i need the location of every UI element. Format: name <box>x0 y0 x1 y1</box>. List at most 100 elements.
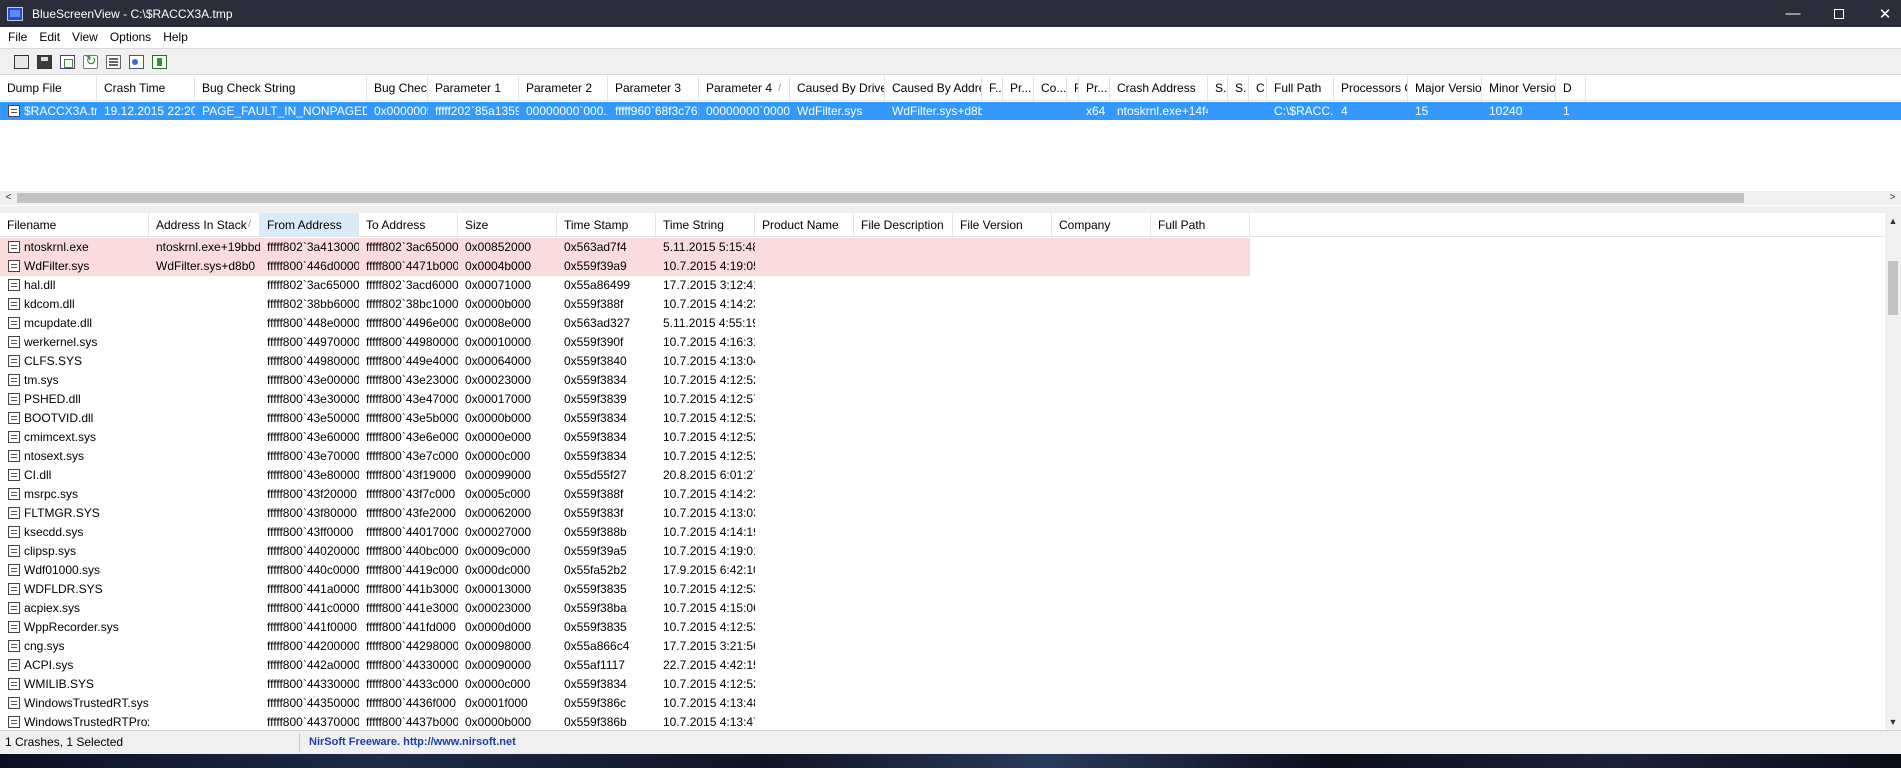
column-header[interactable]: S. <box>1208 76 1228 101</box>
driver-row[interactable]: PSHED.dll fffff800`43e30000 fffff800`43e47… <box>0 390 1885 409</box>
scroll-left-arrow-icon[interactable]: < <box>0 191 17 205</box>
column-header[interactable]: Crash Address <box>1110 76 1208 101</box>
column-header[interactable]: F <box>1067 76 1079 101</box>
column-header[interactable]: F... <box>982 76 1003 101</box>
column-header[interactable]: Product Name <box>755 213 854 237</box>
cell-from-address: fffff800`441c0000 <box>267 601 359 615</box>
crash-row-selected[interactable]: $RACCX3A.tmp 19.12.2015 22:20:17 PAGE_FA… <box>0 102 1901 120</box>
column-header[interactable]: From Address <box>260 213 359 237</box>
column-header[interactable]: Pr... <box>1003 76 1034 101</box>
nirsoft-link[interactable]: NirSoft Freeware. http://www.nirsoft.net <box>309 731 516 754</box>
menu-help[interactable]: Help <box>157 27 194 47</box>
menu-file[interactable]: File <box>0 27 33 47</box>
properties-button[interactable] <box>12 53 30 71</box>
advanced-options-button[interactable] <box>104 53 122 71</box>
column-header[interactable]: Minor Version <box>1482 76 1556 101</box>
column-header[interactable]: Processors C... <box>1334 76 1408 101</box>
maximize-button[interactable] <box>1816 0 1862 27</box>
cell-time-string: 10.7.2015 4:12:52 <box>663 430 755 444</box>
copy-button[interactable] <box>58 53 76 71</box>
scrollbar-thumb[interactable] <box>1888 261 1898 315</box>
driver-row[interactable]: ntoskrnl.exe ntoskrnl.exe+19bbd5 fffff802`… <box>0 238 1250 257</box>
driver-row[interactable]: acpiex.sys fffff800`441c0000 fffff800`441e… <box>0 599 1885 618</box>
exit-button[interactable] <box>150 53 168 71</box>
driver-row[interactable]: mcupdate.dll fffff800`448e0000 fffff800`44… <box>0 314 1885 333</box>
column-header[interactable]: Major Version <box>1408 76 1482 101</box>
driver-row[interactable]: CLFS.SYS fffff800`44980000 fffff800`449e40… <box>0 352 1885 371</box>
driver-row[interactable]: WdFilter.sys WdFilter.sys+d8b0 fffff800`44… <box>0 257 1250 276</box>
cell-size: 0x0000c000 <box>465 677 531 691</box>
scroll-right-arrow-icon[interactable]: > <box>1884 191 1901 205</box>
driver-row[interactable]: hal.dll fffff802`3ac65000 fffff802`3acd600… <box>0 276 1885 295</box>
column-header[interactable]: Crash Time <box>97 76 195 101</box>
cell-size: 0x0005c000 <box>465 487 531 501</box>
column-header[interactable]: Parameter 1 <box>428 76 519 101</box>
cell-size: 0x0001f000 <box>465 696 528 710</box>
column-header[interactable]: File Description <box>854 213 953 237</box>
column-header[interactable]: Company <box>1052 213 1151 237</box>
cell-time-stamp: 0x559f39a9 <box>564 259 627 273</box>
column-header[interactable]: S. <box>1228 76 1249 101</box>
html-report-button[interactable] <box>127 53 145 71</box>
close-button[interactable]: ✕ <box>1862 0 1901 27</box>
column-header[interactable]: Parameter 4 / <box>699 76 790 101</box>
scroll-up-arrow-icon[interactable]: ▲ <box>1885 213 1901 229</box>
driver-row[interactable]: WMILIB.SYS fffff800`44330000 fffff800`4433… <box>0 675 1885 694</box>
refresh-button[interactable] <box>81 53 99 71</box>
driver-row[interactable]: clipsp.sys fffff800`44020000 fffff800`440b… <box>0 542 1885 561</box>
driver-row[interactable]: msrpc.sys fffff800`43f20000 fffff800`43f7c… <box>0 485 1885 504</box>
pane-splitter[interactable] <box>0 206 1901 213</box>
driver-row[interactable]: cmimcext.sys fffff800`43e60000 fffff800`43… <box>0 428 1885 447</box>
driver-row[interactable]: ntosext.sys fffff800`43e70000 fffff800`43e… <box>0 447 1885 466</box>
crash-list-horizontal-scrollbar[interactable]: < > <box>0 191 1901 205</box>
column-header[interactable]: Full Path <box>1151 213 1250 237</box>
column-header[interactable]: Size <box>458 213 557 237</box>
driver-row[interactable]: kdcom.dll fffff802`38bb6000 fffff802`38bc1… <box>0 295 1885 314</box>
column-header[interactable]: To Address <box>359 213 458 237</box>
cell-time-stamp: 0x55a86499 <box>564 278 631 292</box>
drivers-list-header: Filename Address In Stack / From Address … <box>0 213 1885 237</box>
column-header[interactable]: Bug Check String <box>195 76 367 101</box>
cell-processors-count: 4 <box>1341 104 1348 118</box>
cell-time-stamp: 0x559f3839 <box>564 392 627 406</box>
column-header[interactable]: Filename <box>0 213 149 237</box>
save-button[interactable] <box>35 53 53 71</box>
drivers-list-vertical-scrollbar[interactable]: ▲ ▼ <box>1885 213 1901 730</box>
column-header[interactable]: Co... <box>1034 76 1067 101</box>
cell-time-string: 10.7.2015 4:16:31 <box>663 335 755 349</box>
menu-options[interactable]: Options <box>104 27 157 47</box>
column-header[interactable]: Caused By Driver <box>790 76 885 101</box>
column-header[interactable]: D <box>1556 76 1586 101</box>
scroll-down-arrow-icon[interactable]: ▼ <box>1885 714 1901 730</box>
driver-row[interactable]: BOOTVID.dll fffff800`43e50000 fffff800`43e… <box>0 409 1885 428</box>
scrollbar-thumb[interactable] <box>17 193 1744 203</box>
driver-row[interactable]: ksecdd.sys fffff800`43ff0000 fffff800`4401… <box>0 523 1885 542</box>
column-header[interactable]: Dump File <box>0 76 97 101</box>
driver-row[interactable]: WppRecorder.sys fffff800`441f0000 fffff800… <box>0 618 1885 637</box>
driver-row[interactable]: CI.dll fffff800`43e80000 fffff800`43f19000… <box>0 466 1885 485</box>
driver-row[interactable]: WindowsTrustedRT.sys fffff800`44350000 fff… <box>0 694 1885 713</box>
column-header[interactable]: Caused By Address <box>885 76 982 101</box>
column-header[interactable]: Parameter 2 <box>519 76 608 101</box>
driver-row[interactable]: werkernel.sys fffff800`44970000 fffff800`4… <box>0 333 1885 352</box>
driver-row[interactable]: FLTMGR.SYS fffff800`43f80000 fffff800`43fe… <box>0 504 1885 523</box>
driver-row[interactable]: WindowsTrustedRTProxy.sys fffff800`443700… <box>0 713 1885 730</box>
cell-from-address: fffff800`44020000 <box>267 544 359 558</box>
column-header[interactable]: Pr... <box>1079 76 1110 101</box>
column-header[interactable]: Bug Chec... <box>367 76 428 101</box>
driver-row[interactable]: cng.sys fffff800`44200000 fffff800`4429800… <box>0 637 1885 656</box>
menu-edit[interactable]: Edit <box>33 27 66 47</box>
column-header[interactable]: Full Path <box>1267 76 1334 101</box>
column-header[interactable]: Address In Stack / <box>149 213 260 237</box>
column-header[interactable]: File Version <box>953 213 1052 237</box>
minimize-button[interactable]: — <box>1770 0 1816 27</box>
column-header[interactable]: Parameter 3 <box>608 76 699 101</box>
column-header[interactable]: Time Stamp <box>557 213 656 237</box>
menu-view[interactable]: View <box>66 27 104 47</box>
column-header[interactable]: C <box>1249 76 1267 101</box>
column-header[interactable]: Time String <box>656 213 755 237</box>
driver-row[interactable]: Wdf01000.sys fffff800`440c0000 fffff800`44… <box>0 561 1885 580</box>
driver-row[interactable]: WDFLDR.SYS fffff800`441a0000 fffff800`441b… <box>0 580 1885 599</box>
driver-row[interactable]: ACPI.sys fffff800`442a0000 fffff800`443300… <box>0 656 1885 675</box>
driver-row[interactable]: tm.sys fffff800`43e00000 fffff800`43e23000… <box>0 371 1885 390</box>
